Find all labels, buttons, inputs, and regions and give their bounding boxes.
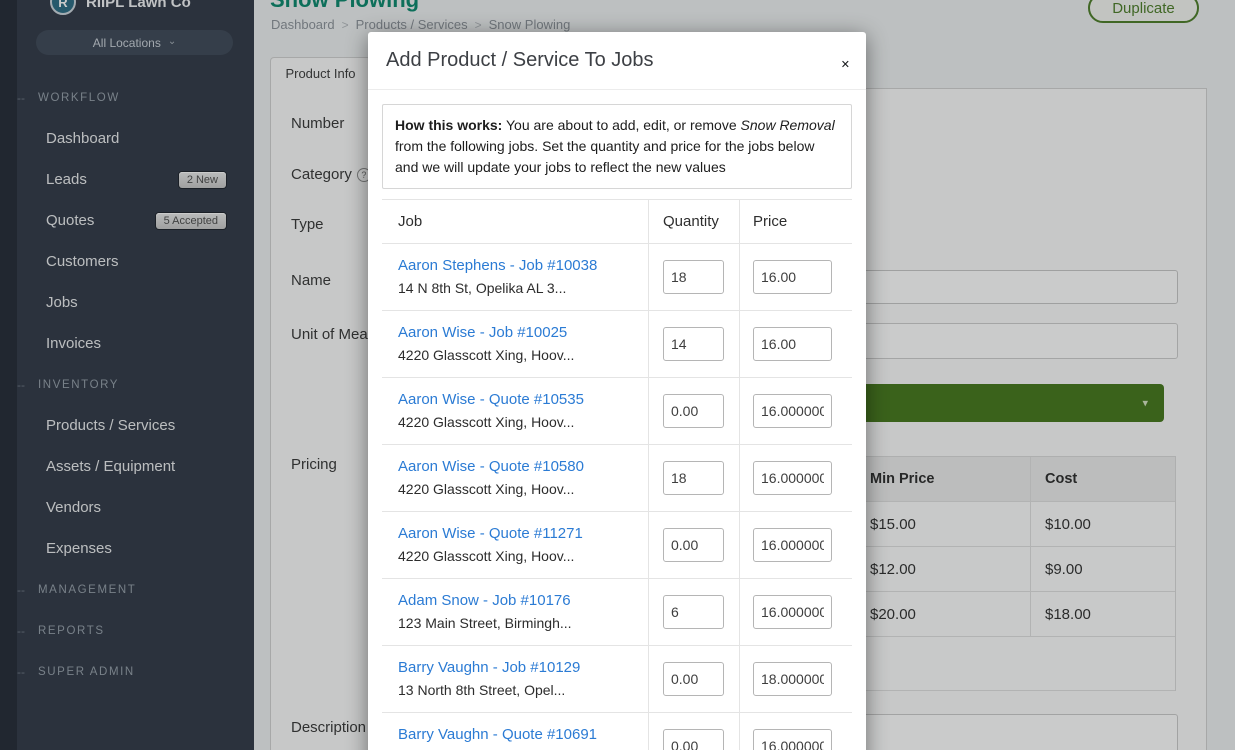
job-row: Barry Vaughn - Quote #10691 13 North 8th… [382,713,852,750]
price-input[interactable] [753,729,832,750]
quantity-input[interactable] [663,528,724,562]
job-row: Aaron Wise - Quote #10580 4220 Glasscott… [382,445,852,512]
quantity-input[interactable] [663,260,724,294]
quantity-input[interactable] [663,461,724,495]
job-link[interactable]: Aaron Wise - Job #10025 [398,323,638,343]
job-link[interactable]: Barry Vaughn - Quote #10691 [398,725,638,745]
jobs-table-header: Job Quantity Price [382,200,852,244]
price-input[interactable] [753,662,832,696]
jobs-table: Job Quantity Price Aaron Stephens - Job … [382,199,852,750]
quantity-column-header: Quantity [648,200,739,243]
job-row: Aaron Wise - Job #10025 4220 Glasscott X… [382,311,852,378]
quantity-input[interactable] [663,662,724,696]
modal-title: Add Product / Service To Jobs [386,49,848,72]
job-link[interactable]: Adam Snow - Job #10176 [398,591,638,611]
quantity-input[interactable] [663,327,724,361]
price-input[interactable] [753,394,832,428]
job-address: 13 North 8th Street, Opel... [398,680,638,700]
modal-header: Add Product / Service To Jobs ✕ [368,32,866,90]
job-link[interactable]: Aaron Stephens - Job #10038 [398,256,638,276]
product-name-italic: Snow Removal [741,117,835,133]
job-address: 4220 Glasscott Xing, Hoov... [398,412,638,432]
quantity-input[interactable] [663,394,724,428]
job-row: Aaron Wise - Quote #11271 4220 Glasscott… [382,512,852,579]
job-link[interactable]: Barry Vaughn - Job #10129 [398,658,638,678]
app-screen: R RIIPL Lawn Co All Locations ⌄ -- WORKF… [0,0,1235,750]
job-link[interactable]: Aaron Wise - Quote #10535 [398,390,638,410]
job-column-header: Job [382,200,648,243]
price-input[interactable] [753,461,832,495]
job-link[interactable]: Aaron Wise - Quote #11271 [398,524,638,544]
add-product-modal: Add Product / Service To Jobs ✕ How this… [368,32,866,750]
job-row: Barry Vaughn - Job #10129 13 North 8th S… [382,646,852,713]
close-icon[interactable]: ✕ [841,58,850,71]
job-address: 123 Main Street, Birmingh... [398,613,638,633]
price-input[interactable] [753,528,832,562]
job-address: 4220 Glasscott Xing, Hoov... [398,345,638,365]
quantity-input[interactable] [663,729,724,750]
price-column-header: Price [739,200,852,243]
price-input[interactable] [753,260,832,294]
job-link[interactable]: Aaron Wise - Quote #10580 [398,457,638,477]
how-this-works-note: How this works: You are about to add, ed… [382,104,852,189]
modal-body: How this works: You are about to add, ed… [368,90,866,750]
job-row: Aaron Stephens - Job #10038 14 N 8th St,… [382,244,852,311]
how-this-works-bold: How this works: [395,117,502,133]
job-row: Adam Snow - Job #10176 123 Main Street, … [382,579,852,646]
price-input[interactable] [753,327,832,361]
quantity-input[interactable] [663,595,724,629]
job-address: 4220 Glasscott Xing, Hoov... [398,546,638,566]
price-input[interactable] [753,595,832,629]
job-row: Aaron Wise - Quote #10535 4220 Glasscott… [382,378,852,445]
job-address: 4220 Glasscott Xing, Hoov... [398,479,638,499]
job-address: 14 N 8th St, Opelika AL 3... [398,278,638,298]
